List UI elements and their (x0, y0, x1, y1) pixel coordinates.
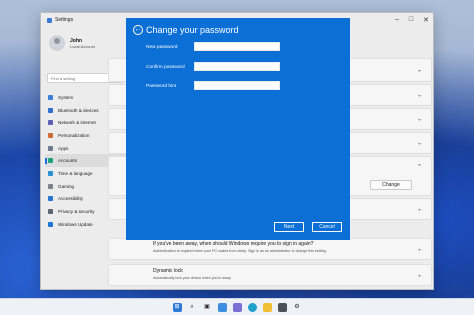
window-title: Settings (55, 17, 74, 23)
sidebar-item-label: Bluetooth & devices (58, 107, 99, 113)
close-icon[interactable]: ✕ (423, 16, 429, 24)
away-setting-desc: Authentication is required when your PC … (153, 249, 327, 253)
sidebar-item-label: Gaming (58, 183, 75, 189)
controller-icon (48, 183, 53, 189)
start-icon[interactable]: ⊞ (172, 302, 182, 312)
new-password-label: New password (146, 45, 178, 50)
account-type: Local Account (70, 43, 95, 49)
sidebar-item-label: Windows Update (58, 221, 93, 227)
dynamic-lock-title: Dynamic lock (153, 268, 183, 274)
confirm-password-field[interactable] (194, 62, 280, 71)
change-password-dialog: ← Change your password New password Conf… (126, 18, 350, 240)
sidebar-item-label: System (58, 94, 74, 100)
back-arrow-icon[interactable]: ← (133, 25, 143, 35)
avatar (49, 35, 65, 51)
change-button[interactable]: Change (370, 180, 412, 190)
cancel-button[interactable]: Cancel (312, 222, 342, 232)
chevron-down-icon: ⌄ (416, 67, 422, 74)
chat-icon[interactable] (232, 302, 242, 312)
dialog-title: Change your password (146, 25, 239, 35)
password-hint-label: Password hint (146, 84, 177, 89)
sidebar-item-label: Personalization (58, 132, 90, 138)
new-password-field[interactable] (194, 42, 280, 51)
task-view-icon[interactable]: ▣ (203, 303, 212, 312)
person-icon (48, 158, 53, 164)
chevron-down-icon: ⌄ (416, 116, 422, 123)
wifi-icon (48, 120, 53, 126)
minimize-icon[interactable]: – (395, 16, 399, 24)
widgets-icon[interactable] (217, 302, 227, 312)
chevron-down-icon: ⌄ (416, 206, 422, 213)
monitor-icon (48, 94, 53, 100)
chevron-down-icon: ⌄ (416, 246, 422, 253)
sidebar-item-label: Time & language (58, 170, 93, 176)
shield-icon (48, 209, 53, 215)
chevron-down-icon: ⌄ (416, 272, 422, 279)
window-controls: – □ ✕ (395, 16, 429, 24)
user-profile[interactable]: John Local Account (49, 35, 95, 51)
away-setting-title: If you've been away, when should Windows… (153, 241, 314, 247)
settings-icon[interactable]: ⚙ (293, 303, 302, 312)
next-button[interactable]: Next (274, 222, 304, 232)
edge-icon[interactable] (247, 302, 257, 312)
sidebar-item-label: Accessibility (58, 196, 84, 202)
dynamic-lock-desc: Automatically lock your device when you'… (153, 276, 231, 280)
sidebar-item-label: Accounts (58, 158, 77, 164)
sidebar-item-label: Network & internet (58, 120, 96, 126)
confirm-password-label: Confirm password (146, 65, 185, 70)
settings-app-icon (47, 17, 52, 23)
update-icon (48, 221, 53, 227)
maximize-icon[interactable]: □ (409, 16, 413, 24)
sidebar-item-label: Apps (58, 145, 69, 151)
store-icon[interactable] (277, 302, 287, 312)
chevron-up-icon: ⌃ (416, 164, 422, 171)
brush-icon (48, 132, 53, 138)
accessibility-icon (48, 196, 53, 202)
chevron-down-icon: ⌄ (416, 92, 422, 99)
chevron-down-icon: ⌄ (416, 140, 422, 147)
password-hint-field[interactable] (194, 81, 280, 90)
clock-icon (48, 170, 53, 176)
sidebar-item-label: Privacy & security (58, 209, 95, 215)
bluetooth-icon (48, 107, 53, 113)
apps-icon (48, 145, 53, 151)
taskbar: ⊞ ⌕ ▣ ⚙ (0, 298, 474, 315)
file-explorer-icon[interactable] (262, 302, 272, 312)
search-icon[interactable]: ⌕ (188, 303, 197, 312)
